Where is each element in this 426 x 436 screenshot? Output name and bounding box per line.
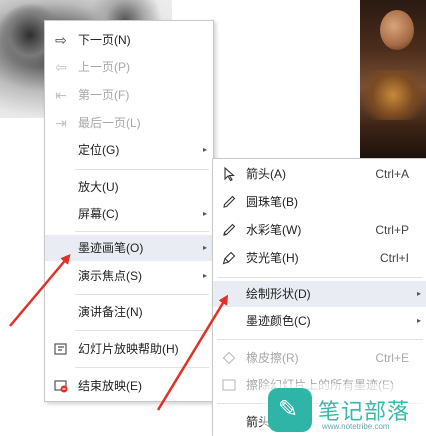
annotation-arrow-2: [156, 294, 229, 411]
watermark-url: www.notetribe.com: [322, 422, 390, 431]
annotation-arrows: [9, 253, 229, 411]
annotation-arrow-1: [9, 253, 71, 327]
watermark-logo: ✎: [268, 388, 312, 432]
pen-icon: ✎: [278, 396, 299, 423]
